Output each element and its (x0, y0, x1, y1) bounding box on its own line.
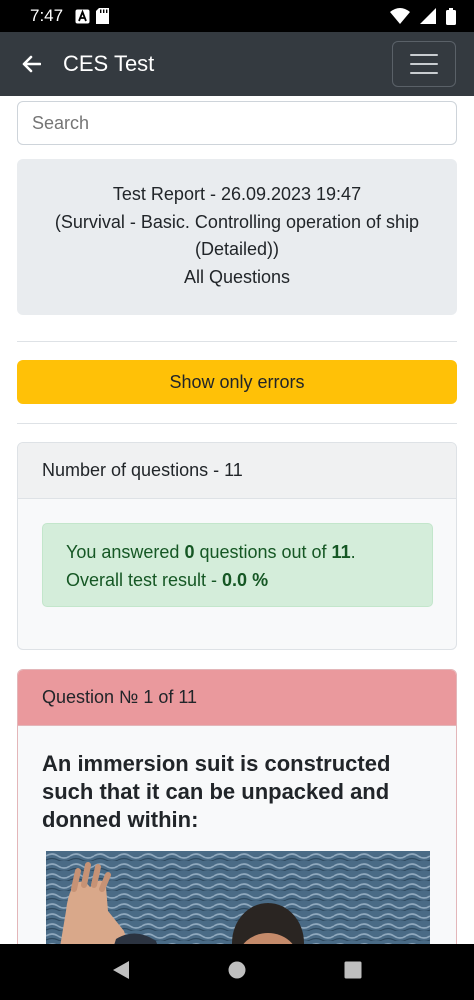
divider (17, 423, 457, 424)
status-right-icons (390, 7, 456, 25)
sd-card-icon (96, 8, 110, 24)
arrow-left-icon[interactable] (18, 51, 44, 77)
report-title: Test Report - 26.09.2023 19:47 (112, 184, 362, 204)
summary-header: Number of questions - 11 (18, 443, 456, 499)
result-line: Overall test result - 0.0 % (66, 570, 269, 590)
app-title: CES Test (63, 51, 155, 76)
back-triangle-icon[interactable] (112, 960, 130, 985)
result-value: 0.0 % (222, 570, 269, 590)
result-alert: You answered 0 questions out of 11. Over… (42, 523, 433, 607)
divider (17, 341, 457, 342)
report-subject-detail: (Detailed)) (194, 239, 280, 259)
signal-icon (420, 8, 436, 24)
report-scope: All Questions (183, 266, 291, 287)
menu-button[interactable] (392, 41, 456, 87)
answered-count: 0 (184, 542, 195, 562)
battery-icon (446, 7, 456, 25)
test-report-panel: Test Report - 26.09.2023 19:47 (Survival… (17, 159, 457, 315)
a-icon (75, 9, 90, 24)
main-content[interactable]: Test Report - 26.09.2023 19:47 (Survival… (0, 96, 474, 944)
recents-square-icon[interactable] (344, 961, 362, 984)
show-only-errors-button[interactable]: Show only errors (17, 360, 457, 404)
person-in-water-photo (46, 851, 430, 944)
question-text: An immersion suit is constructed such th… (42, 751, 391, 832)
question-header: Question № 1 of 11 (18, 670, 456, 726)
question-card: Question № 1 of 11 An immersion suit is … (17, 669, 457, 944)
app-bar: CES Test (0, 32, 474, 96)
system-nav-bar (0, 944, 474, 1000)
home-circle-icon[interactable] (228, 961, 246, 984)
status-left-icons (75, 8, 110, 24)
report-subject: (Survival - Basic. Controlling operation… (54, 211, 420, 232)
total-count: 11 (331, 542, 351, 562)
hamburger-icon (410, 54, 438, 56)
status-bar: 7:47 (0, 0, 474, 32)
status-time: 7:47 (30, 6, 64, 25)
answered-line: You answered 0 questions out of 11. (66, 542, 356, 562)
summary-card: Number of questions - 11 You answered 0 … (17, 442, 457, 650)
wifi-icon (390, 8, 410, 24)
search-input[interactable] (17, 101, 457, 145)
